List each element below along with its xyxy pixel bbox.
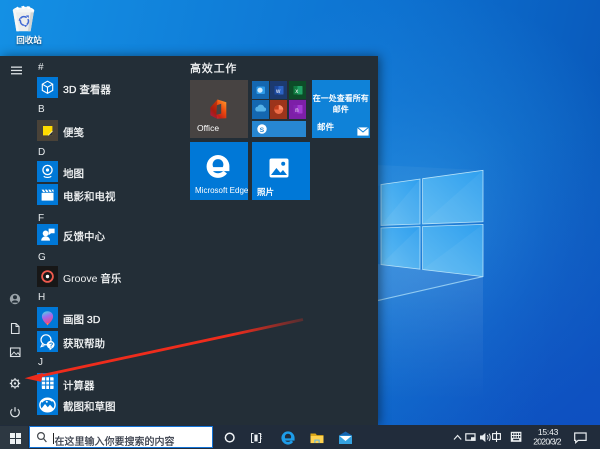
svg-text:n: n bbox=[295, 108, 298, 114]
svg-text:S: S bbox=[259, 127, 264, 134]
svg-text:x: x bbox=[295, 89, 298, 95]
svg-text:w: w bbox=[275, 89, 281, 95]
svg-text:?: ? bbox=[49, 342, 53, 349]
svg-text:15:43: 15:43 bbox=[538, 427, 559, 437]
svg-text:2020/3/2: 2020/3/2 bbox=[533, 437, 561, 447]
